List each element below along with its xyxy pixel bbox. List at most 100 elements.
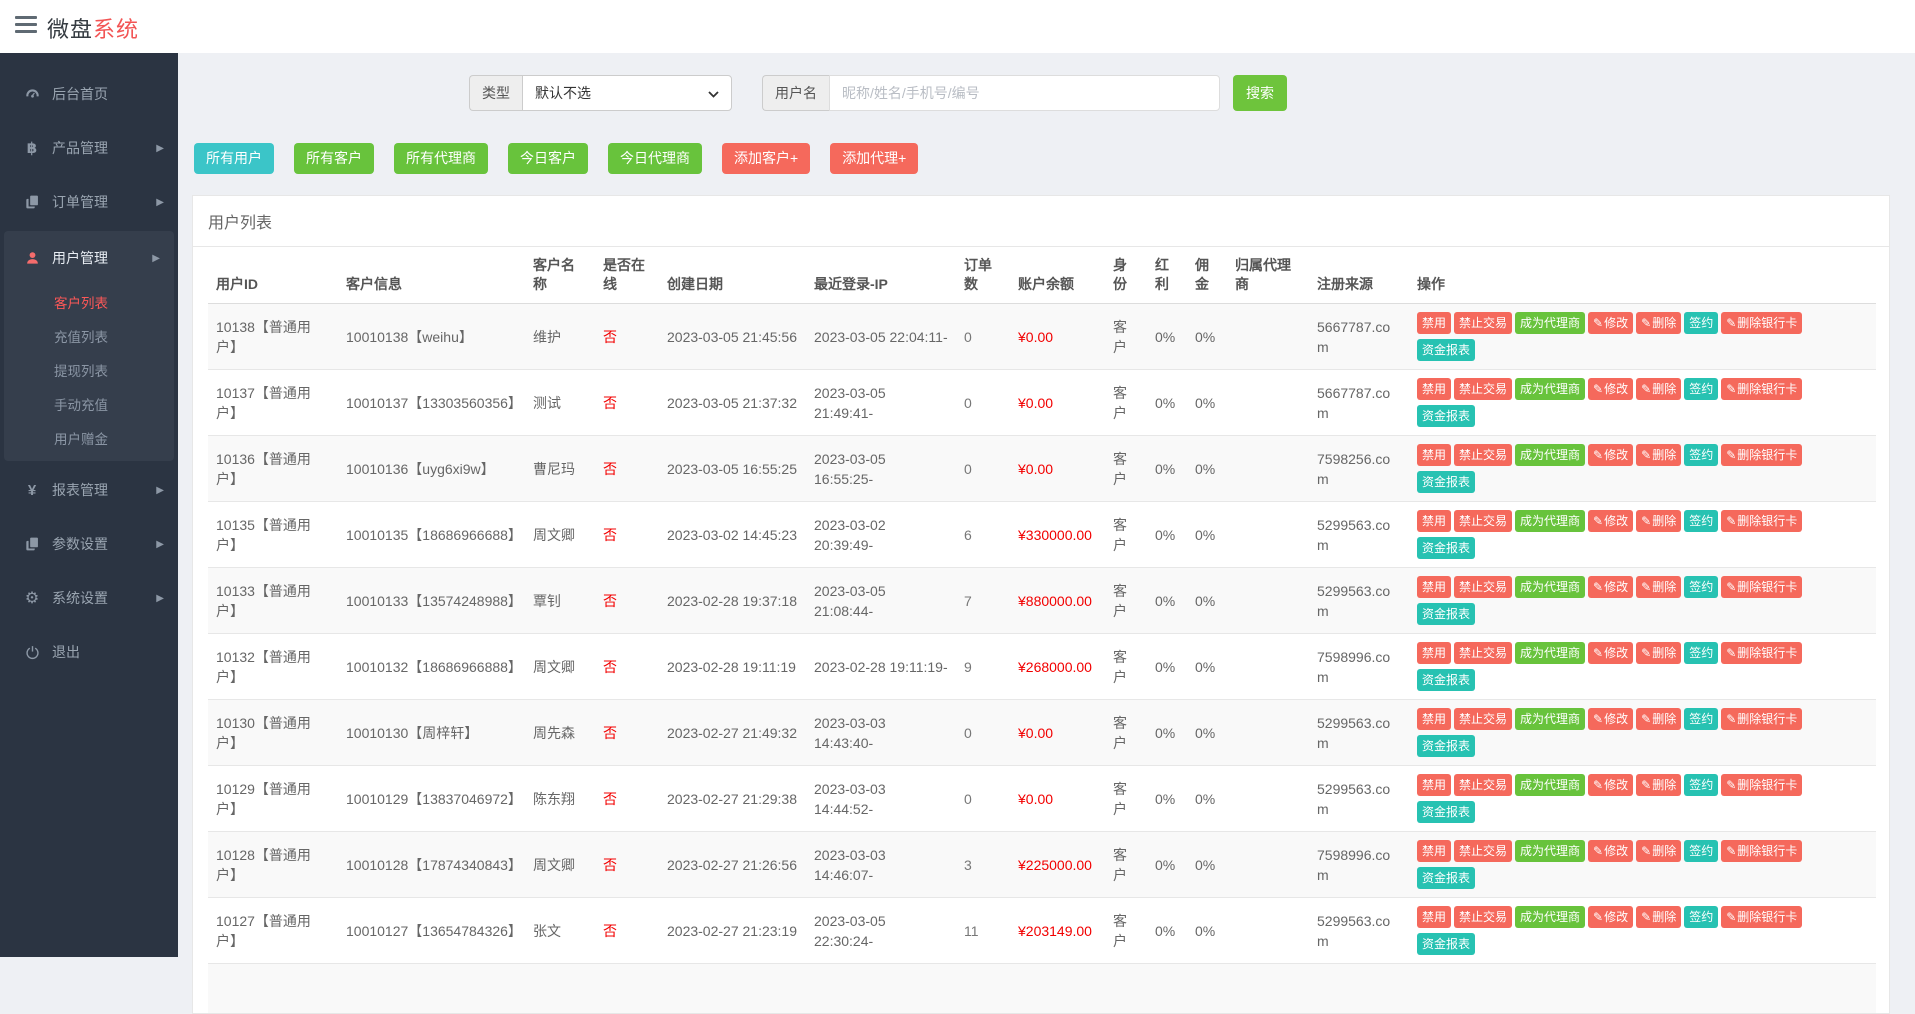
username-input[interactable] (829, 75, 1220, 111)
funds-report-button[interactable]: 资金报表 (1417, 933, 1475, 955)
delete-button[interactable]: ✎删除 (1636, 510, 1681, 532)
disable-button[interactable]: 禁用 (1417, 378, 1451, 400)
edit-button[interactable]: ✎修改 (1588, 774, 1633, 796)
forbid-trade-button[interactable]: 禁止交易 (1454, 378, 1512, 400)
edit-button[interactable]: ✎修改 (1588, 510, 1633, 532)
sidebar-item-dashboard[interactable]: 后台首页 (0, 67, 178, 121)
become-agent-button[interactable]: 成为代理商 (1515, 840, 1585, 862)
become-agent-button[interactable]: 成为代理商 (1515, 906, 1585, 928)
funds-report-button[interactable]: 资金报表 (1417, 735, 1475, 757)
edit-button[interactable]: ✎修改 (1588, 444, 1633, 466)
delete-bank-card-button[interactable]: ✎删除银行卡 (1721, 906, 1802, 928)
become-agent-button[interactable]: 成为代理商 (1515, 510, 1585, 532)
sidebar-subitem-user-bonus[interactable]: 用户赠金 (4, 421, 174, 455)
disable-button[interactable]: 禁用 (1417, 312, 1451, 334)
sidebar-item-system[interactable]: ⚙系统设置▶ (0, 571, 178, 625)
delete-button[interactable]: ✎删除 (1636, 378, 1681, 400)
funds-report-button[interactable]: 资金报表 (1417, 537, 1475, 559)
funds-report-button[interactable]: 资金报表 (1417, 405, 1475, 427)
search-button[interactable]: 搜索 (1233, 75, 1287, 111)
sidebar-subitem-customer-list[interactable]: 客户列表 (4, 285, 174, 319)
delete-bank-card-button[interactable]: ✎删除银行卡 (1721, 378, 1802, 400)
sidebar-subitem-recharge-list[interactable]: 充值列表 (4, 319, 174, 353)
delete-bank-card-button[interactable]: ✎删除银行卡 (1721, 576, 1802, 598)
disable-button[interactable]: 禁用 (1417, 840, 1451, 862)
disable-button[interactable]: 禁用 (1417, 444, 1451, 466)
become-agent-button[interactable]: 成为代理商 (1515, 312, 1585, 334)
disable-button[interactable]: 禁用 (1417, 708, 1451, 730)
funds-report-button[interactable]: 资金报表 (1417, 471, 1475, 493)
delete-button[interactable]: ✎删除 (1636, 642, 1681, 664)
sidebar-item-orders[interactable]: 订单管理▶ (0, 175, 178, 229)
all-users-button[interactable]: 所有用户 (194, 143, 274, 174)
sign-button[interactable]: 签约 (1684, 906, 1718, 928)
sign-button[interactable]: 签约 (1684, 576, 1718, 598)
add-customer-button[interactable]: 添加客户+ (722, 143, 810, 174)
forbid-trade-button[interactable]: 禁止交易 (1454, 312, 1512, 334)
delete-button[interactable]: ✎删除 (1636, 708, 1681, 730)
today-customers-button[interactable]: 今日客户 (508, 143, 588, 174)
edit-button[interactable]: ✎修改 (1588, 312, 1633, 334)
delete-button[interactable]: ✎删除 (1636, 840, 1681, 862)
become-agent-button[interactable]: 成为代理商 (1515, 378, 1585, 400)
delete-button[interactable]: ✎删除 (1636, 312, 1681, 334)
delete-bank-card-button[interactable]: ✎删除银行卡 (1721, 774, 1802, 796)
sign-button[interactable]: 签约 (1684, 642, 1718, 664)
sign-button[interactable]: 签约 (1684, 510, 1718, 532)
disable-button[interactable]: 禁用 (1417, 774, 1451, 796)
edit-button[interactable]: ✎修改 (1588, 708, 1633, 730)
edit-button[interactable]: ✎修改 (1588, 642, 1633, 664)
all-agents-button[interactable]: 所有代理商 (394, 143, 488, 174)
forbid-trade-button[interactable]: 禁止交易 (1454, 708, 1512, 730)
delete-button[interactable]: ✎删除 (1636, 774, 1681, 796)
sidebar-item-params[interactable]: 参数设置▶ (0, 517, 178, 571)
funds-report-button[interactable]: 资金报表 (1417, 339, 1475, 361)
sign-button[interactable]: 签约 (1684, 708, 1718, 730)
delete-bank-card-button[interactable]: ✎删除银行卡 (1721, 444, 1802, 466)
disable-button[interactable]: 禁用 (1417, 576, 1451, 598)
edit-button[interactable]: ✎修改 (1588, 378, 1633, 400)
disable-button[interactable]: 禁用 (1417, 642, 1451, 664)
forbid-trade-button[interactable]: 禁止交易 (1454, 642, 1512, 664)
edit-button[interactable]: ✎修改 (1588, 840, 1633, 862)
funds-report-button[interactable]: 资金报表 (1417, 603, 1475, 625)
become-agent-button[interactable]: 成为代理商 (1515, 642, 1585, 664)
sign-button[interactable]: 签约 (1684, 444, 1718, 466)
forbid-trade-button[interactable]: 禁止交易 (1454, 510, 1512, 532)
forbid-trade-button[interactable]: 禁止交易 (1454, 774, 1512, 796)
all-customers-button[interactable]: 所有客户 (294, 143, 374, 174)
disable-button[interactable]: 禁用 (1417, 906, 1451, 928)
sidebar-item-users[interactable]: 用户管理▶ (4, 231, 174, 285)
sidebar-item-logout[interactable]: 退出 (0, 625, 178, 679)
forbid-trade-button[interactable]: 禁止交易 (1454, 444, 1512, 466)
sidebar-subitem-withdraw-list[interactable]: 提现列表 (4, 353, 174, 387)
delete-bank-card-button[interactable]: ✎删除银行卡 (1721, 708, 1802, 730)
sign-button[interactable]: 签约 (1684, 774, 1718, 796)
sidebar-item-reports[interactable]: ¥报表管理▶ (0, 463, 178, 517)
delete-button[interactable]: ✎删除 (1636, 906, 1681, 928)
delete-bank-card-button[interactable]: ✎删除银行卡 (1721, 642, 1802, 664)
type-select[interactable]: 默认不选 (522, 75, 732, 111)
sign-button[interactable]: 签约 (1684, 378, 1718, 400)
become-agent-button[interactable]: 成为代理商 (1515, 708, 1585, 730)
become-agent-button[interactable]: 成为代理商 (1515, 444, 1585, 466)
sidebar-item-products[interactable]: ฿产品管理▶ (0, 121, 178, 175)
forbid-trade-button[interactable]: 禁止交易 (1454, 906, 1512, 928)
forbid-trade-button[interactable]: 禁止交易 (1454, 576, 1512, 598)
delete-bank-card-button[interactable]: ✎删除银行卡 (1721, 312, 1802, 334)
delete-bank-card-button[interactable]: ✎删除银行卡 (1721, 510, 1802, 532)
disable-button[interactable]: 禁用 (1417, 510, 1451, 532)
sidebar-subitem-manual-recharge[interactable]: 手动充值 (4, 387, 174, 421)
forbid-trade-button[interactable]: 禁止交易 (1454, 840, 1512, 862)
delete-button[interactable]: ✎删除 (1636, 444, 1681, 466)
edit-button[interactable]: ✎修改 (1588, 906, 1633, 928)
menu-toggle-icon[interactable] (15, 16, 39, 37)
sign-button[interactable]: 签约 (1684, 840, 1718, 862)
sign-button[interactable]: 签约 (1684, 312, 1718, 334)
add-agent-button[interactable]: 添加代理+ (830, 143, 918, 174)
funds-report-button[interactable]: 资金报表 (1417, 867, 1475, 889)
delete-bank-card-button[interactable]: ✎删除银行卡 (1721, 840, 1802, 862)
funds-report-button[interactable]: 资金报表 (1417, 801, 1475, 823)
today-agents-button[interactable]: 今日代理商 (608, 143, 702, 174)
become-agent-button[interactable]: 成为代理商 (1515, 576, 1585, 598)
